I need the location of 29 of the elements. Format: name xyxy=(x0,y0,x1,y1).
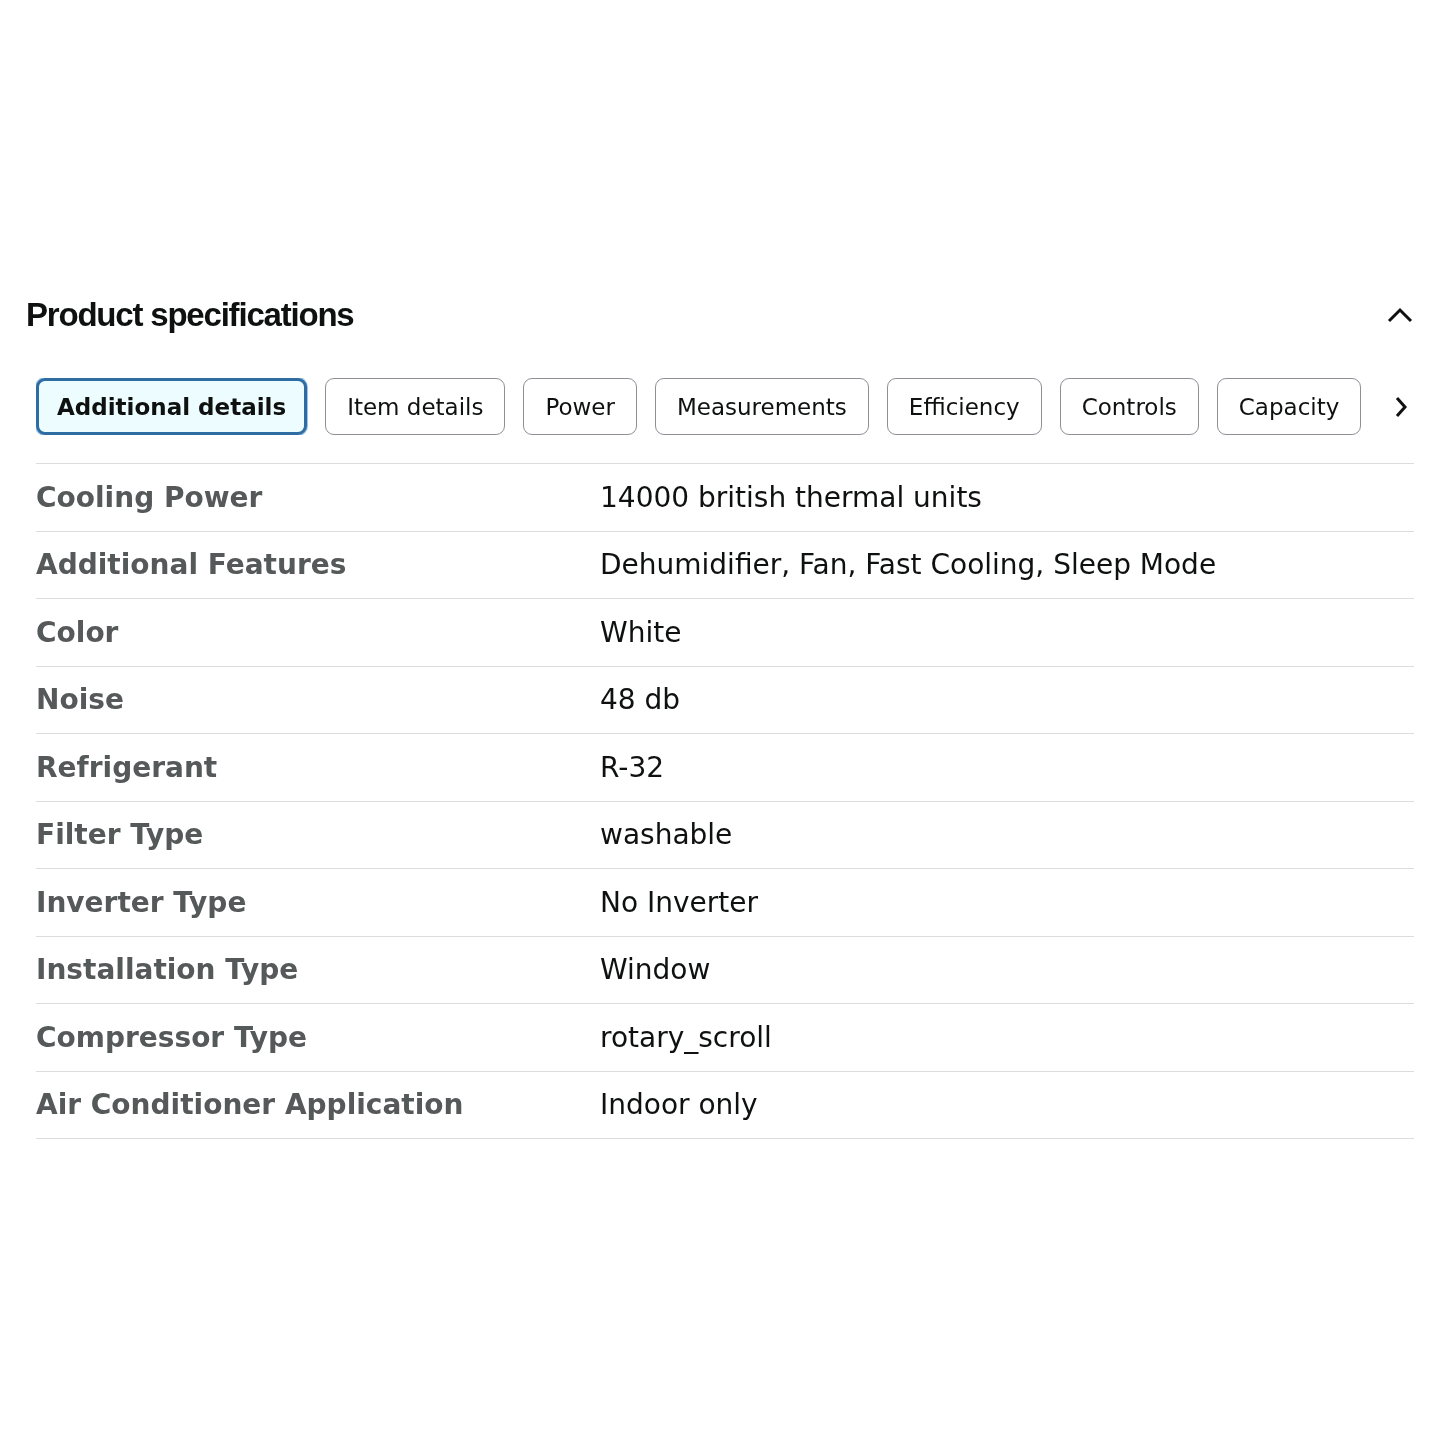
spec-value: 14000 british thermal units xyxy=(600,480,983,514)
spec-value: Window xyxy=(600,953,712,987)
spec-label: Additional Features xyxy=(36,548,348,582)
spec-label: Compressor Type xyxy=(36,1020,308,1054)
chevron-right-icon[interactable] xyxy=(1394,395,1408,419)
spec-label: Installation Type xyxy=(36,953,300,987)
spec-value: White xyxy=(600,615,683,649)
spec-value: rotary_scroll xyxy=(600,1020,773,1054)
tab[interactable]: Capacity xyxy=(1216,378,1362,435)
spec-label: Cooling Power xyxy=(36,480,264,514)
spec-label: Air Conditioner Application xyxy=(36,1088,465,1122)
section-title: Product specifications xyxy=(26,296,354,334)
spec-value: 48 db xyxy=(600,683,682,717)
spec-label: Refrigerant xyxy=(36,750,219,784)
spec-value: Indoor only xyxy=(600,1088,759,1122)
tab[interactable]: Efficiency xyxy=(886,378,1042,435)
tab[interactable]: Additional details xyxy=(36,378,308,435)
spec-value: washable xyxy=(600,818,734,852)
tab[interactable]: Controls xyxy=(1059,378,1199,435)
tab[interactable]: Power xyxy=(523,378,637,435)
spec-value: No Inverter xyxy=(600,885,759,919)
tab[interactable]: Item details xyxy=(325,378,506,435)
spec-label: Color xyxy=(36,615,120,649)
tab[interactable]: Measurements xyxy=(654,378,869,435)
spec-label: Filter Type xyxy=(36,818,205,852)
spec-value: R-32 xyxy=(600,750,666,784)
spec-label: Noise xyxy=(36,683,125,717)
spec-value: Dehumidifier, Fan, Fast Cooling, Sleep Mode xyxy=(600,548,1218,582)
spec-label: Inverter Type xyxy=(36,885,248,919)
